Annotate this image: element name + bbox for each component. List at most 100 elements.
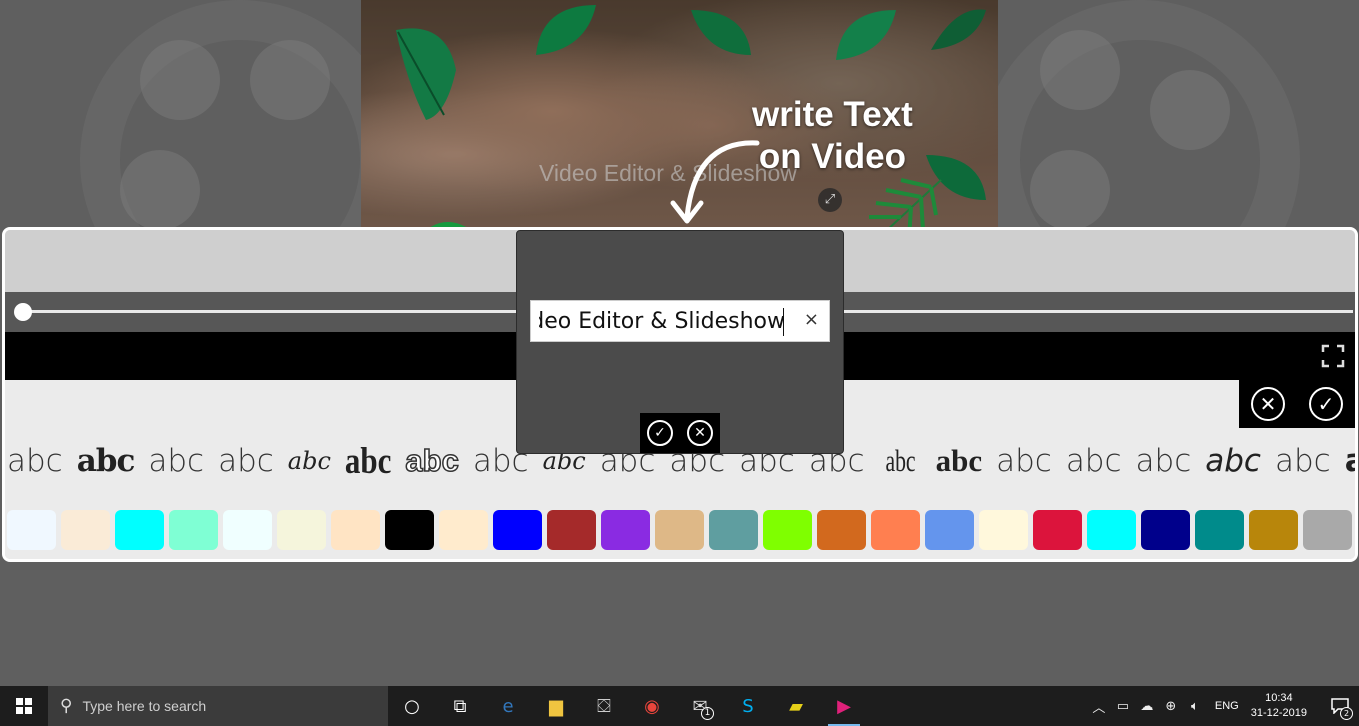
skype-icon[interactable]: S bbox=[724, 686, 772, 726]
leaf-sticker[interactable] bbox=[686, 5, 756, 60]
font-style-option[interactable]: abc bbox=[1275, 439, 1331, 483]
windows-taskbar: ⚲ Type here to search ○ ⧉ e ▆ ⛋ ◉ ✉ 1 S ▰ ▶ ︿ ▭ ☁ … bbox=[0, 686, 1359, 726]
start-button[interactable] bbox=[0, 686, 48, 726]
resize-arrows-icon[interactable]: ⤢ bbox=[818, 188, 842, 212]
color-swatch[interactable] bbox=[655, 510, 704, 550]
confirm-button[interactable]: ✓ bbox=[1309, 387, 1343, 421]
dialog-confirm-button[interactable]: ✓ bbox=[647, 420, 673, 446]
store-icon[interactable]: ⛋ bbox=[580, 686, 628, 726]
leaf-sticker[interactable] bbox=[386, 20, 466, 120]
color-swatch[interactable] bbox=[1303, 510, 1352, 550]
font-style-option[interactable]: abc bbox=[1136, 439, 1192, 483]
clock[interactable]: 10:34 31-12-2019 bbox=[1251, 691, 1307, 721]
color-swatch[interactable] bbox=[223, 510, 272, 550]
chrome-icon[interactable]: ◉ bbox=[628, 686, 676, 726]
font-style-option[interactable]: abc bbox=[288, 439, 331, 483]
clock-time: 10:34 bbox=[1265, 692, 1293, 704]
edge-icon[interactable]: e bbox=[484, 686, 532, 726]
sticky-notes-icon-glyph: ▰ bbox=[789, 695, 803, 717]
sticky-notes-icon[interactable]: ▰ bbox=[772, 686, 820, 726]
font-style-option[interactable]: abc bbox=[7, 439, 63, 483]
leaf-sticker[interactable] bbox=[926, 5, 991, 55]
color-swatch[interactable] bbox=[709, 510, 758, 550]
task-view-icon-glyph: ⧉ bbox=[453, 695, 467, 717]
windows-logo-icon bbox=[16, 698, 32, 714]
color-swatch[interactable] bbox=[925, 510, 974, 550]
task-view-icon[interactable]: ⧉ bbox=[436, 686, 484, 726]
color-swatch[interactable] bbox=[493, 510, 542, 550]
text-input-dialog: Video Editor & Slideshow × ✓ ✕ bbox=[516, 230, 844, 454]
color-swatch[interactable] bbox=[169, 510, 218, 550]
video-editor-app-icon[interactable]: ▶ bbox=[820, 686, 868, 726]
search-icon: ⚲ bbox=[60, 696, 73, 715]
dialog-actions: ✓ ✕ bbox=[640, 413, 720, 453]
action-center-button[interactable]: 2 bbox=[1321, 686, 1359, 726]
clear-text-button[interactable]: × bbox=[804, 309, 819, 330]
taskbar-search-box[interactable]: ⚲ Type here to search bbox=[48, 686, 388, 726]
font-style-option[interactable]: abc bbox=[345, 438, 392, 484]
color-swatch[interactable] bbox=[277, 510, 326, 550]
color-swatch[interactable] bbox=[61, 510, 110, 550]
notification-count-badge: 2 bbox=[1340, 707, 1353, 720]
close-icon: ✕ bbox=[694, 425, 706, 441]
mail-icon[interactable]: ✉ 1 bbox=[676, 686, 724, 726]
video-editor-app-icon-glyph: ▶ bbox=[837, 695, 851, 717]
network-icon[interactable]: ⊕ bbox=[1159, 699, 1183, 714]
font-style-option[interactable]: abc bbox=[405, 439, 460, 483]
font-style-option[interactable]: abc bbox=[996, 439, 1052, 483]
font-style-option[interactable]: abc bbox=[148, 439, 204, 483]
color-swatch[interactable] bbox=[1087, 510, 1136, 550]
dialog-cancel-button[interactable]: ✕ bbox=[687, 420, 713, 446]
callout-line-1: write Text bbox=[752, 95, 913, 134]
cancel-button[interactable]: ✕ bbox=[1251, 387, 1285, 421]
color-swatch[interactable] bbox=[1033, 510, 1082, 550]
check-icon: ✓ bbox=[654, 425, 666, 441]
clock-date: 31-12-2019 bbox=[1250, 707, 1307, 719]
cortana-icon[interactable]: ○ bbox=[388, 686, 436, 726]
font-style-option[interactable]: abc bbox=[1205, 439, 1261, 483]
color-swatch[interactable] bbox=[1249, 510, 1298, 550]
color-swatch[interactable] bbox=[7, 510, 56, 550]
color-swatch[interactable] bbox=[871, 510, 920, 550]
cortana-icon-glyph: ○ bbox=[404, 695, 420, 717]
app-badge: 1 bbox=[701, 707, 714, 720]
promo-callout: write Text on Video bbox=[752, 94, 913, 178]
font-style-option[interactable]: abc bbox=[936, 439, 983, 483]
color-swatch[interactable] bbox=[763, 510, 812, 550]
system-tray: ︿ ▭ ☁ ⊕ 🔈︎ ENG 10:34 31-12-2019 2 bbox=[1087, 686, 1359, 726]
volume-icon[interactable]: 🔈︎ bbox=[1183, 699, 1207, 714]
text-input-value[interactable]: Video Editor & Slideshow bbox=[539, 307, 785, 337]
color-swatch[interactable] bbox=[547, 510, 596, 550]
font-style-option[interactable]: a bbox=[1345, 439, 1355, 483]
curved-arrow-icon bbox=[670, 140, 760, 224]
color-swatch[interactable] bbox=[385, 510, 434, 550]
text-caret bbox=[783, 308, 784, 336]
leaf-sticker[interactable] bbox=[531, 0, 601, 60]
skype-icon-glyph: S bbox=[742, 695, 754, 717]
battery-icon[interactable]: ▭ bbox=[1111, 699, 1135, 714]
leaf-sticker[interactable] bbox=[831, 5, 901, 65]
color-swatch[interactable] bbox=[115, 510, 164, 550]
color-swatch[interactable] bbox=[817, 510, 866, 550]
font-style-option[interactable]: abc bbox=[1066, 439, 1122, 483]
color-swatch[interactable] bbox=[331, 510, 380, 550]
color-swatch[interactable] bbox=[439, 510, 488, 550]
onedrive-icon[interactable]: ☁ bbox=[1135, 699, 1159, 714]
color-swatch[interactable] bbox=[1141, 510, 1190, 550]
store-icon-glyph: ⛋ bbox=[597, 695, 611, 717]
search-placeholder: Type here to search bbox=[82, 698, 207, 714]
edge-icon-glyph: e bbox=[502, 695, 514, 717]
chevron-up-icon[interactable]: ︿ bbox=[1087, 697, 1111, 716]
seek-thumb[interactable] bbox=[14, 303, 32, 321]
color-swatch[interactable] bbox=[601, 510, 650, 550]
color-swatch[interactable] bbox=[1195, 510, 1244, 550]
font-style-option[interactable]: abc bbox=[885, 439, 915, 483]
font-style-option[interactable]: abc bbox=[77, 439, 136, 483]
color-swatch[interactable] bbox=[979, 510, 1028, 550]
color-swatch[interactable] bbox=[1357, 510, 1358, 550]
language-indicator[interactable]: ENG bbox=[1215, 700, 1239, 712]
font-style-option[interactable]: abc bbox=[218, 439, 274, 483]
file-explorer-icon[interactable]: ▆ bbox=[532, 686, 580, 726]
fullscreen-icon[interactable] bbox=[1321, 344, 1345, 368]
text-input-field[interactable]: Video Editor & Slideshow × bbox=[530, 300, 830, 342]
